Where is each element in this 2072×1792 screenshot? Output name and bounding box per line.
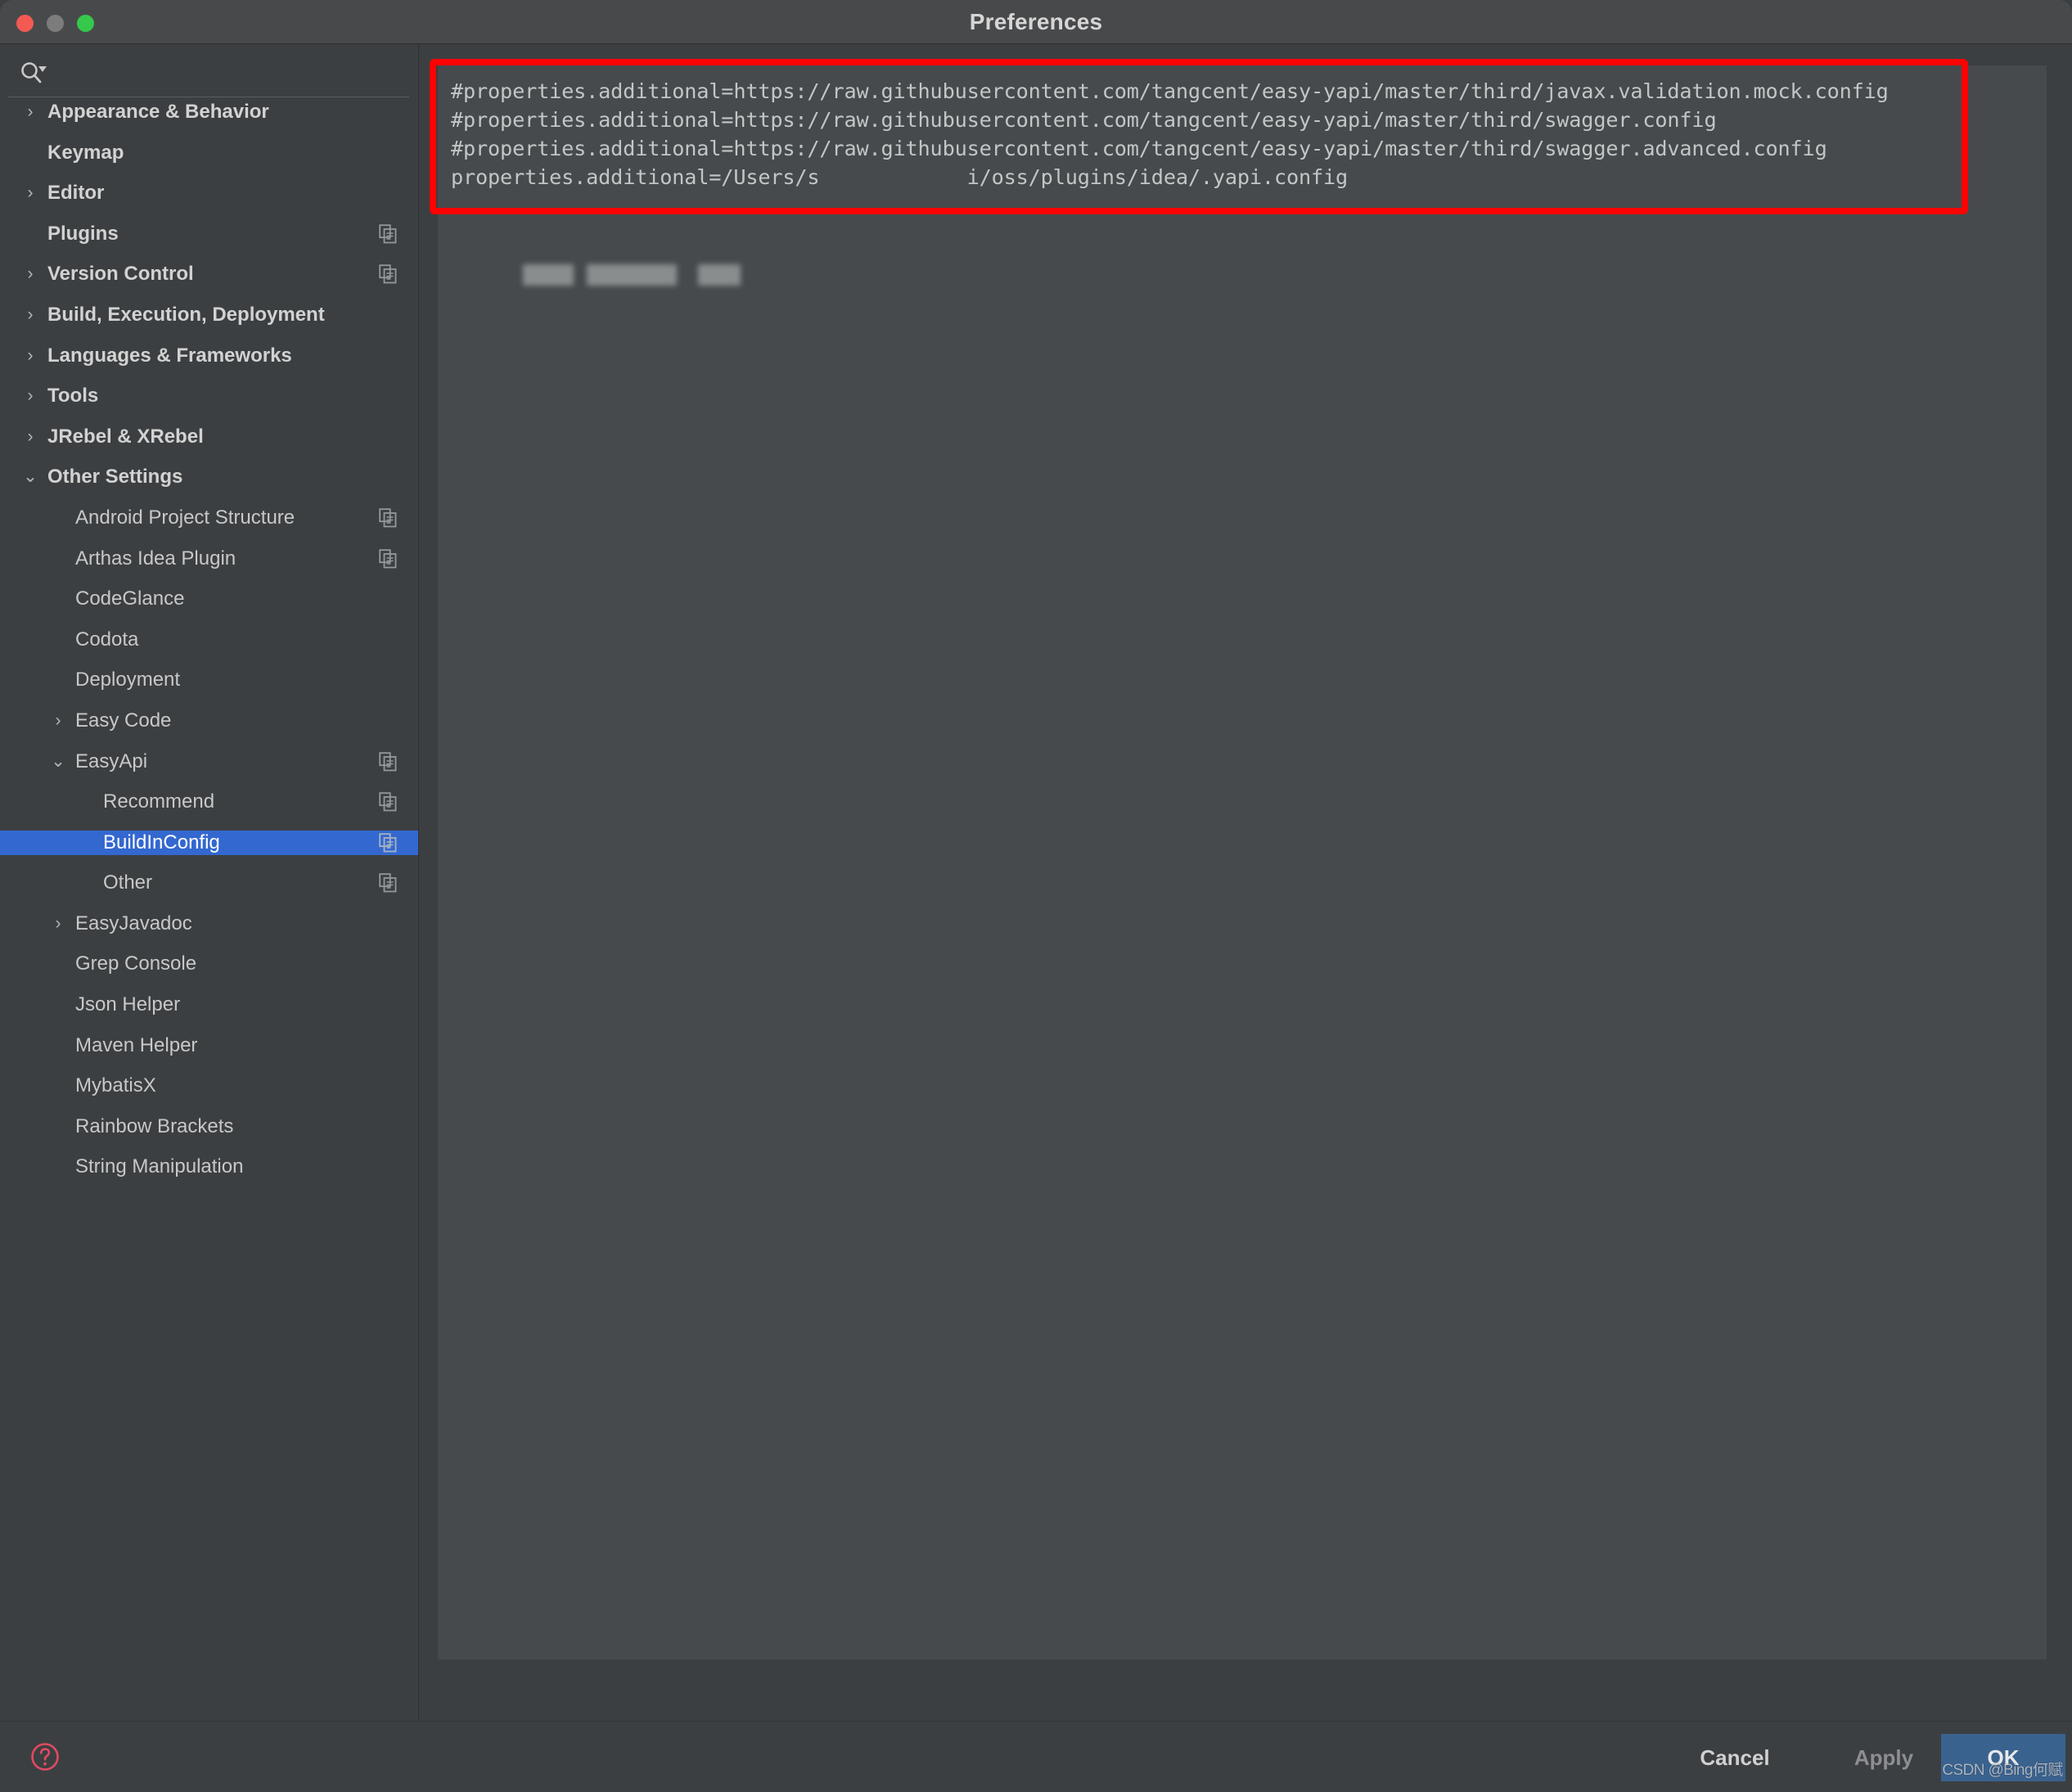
sidebar-item-label: Grep Console (75, 952, 196, 976)
chevron-right-icon[interactable]: › (21, 181, 39, 205)
sidebar-item-keymap[interactable]: Keymap (0, 141, 418, 165)
dialog-footer: Cancel Apply OK (0, 1721, 2072, 1792)
search-icon (18, 61, 51, 85)
sidebar-item-label: Appearance & Behavior (47, 100, 269, 124)
chevron-right-icon[interactable]: › (21, 303, 39, 327)
sidebar-item-version-control[interactable]: › Version Control (0, 262, 418, 286)
sidebar-item-label: BuildInConfig (103, 831, 220, 855)
sidebar-item-string-manipulation[interactable]: String Manipulation (0, 1155, 418, 1179)
sidebar-item-plugins[interactable]: Plugins (0, 222, 418, 246)
sidebar-item-label: Arthas Idea Plugin (75, 547, 236, 571)
chevron-right-icon[interactable]: › (21, 425, 39, 449)
sidebar-item-label: Build, Execution, Deployment (47, 303, 325, 327)
search-input[interactable] (57, 57, 404, 87)
sidebar-item-label: Keymap (47, 141, 124, 165)
window-title: Preferences (0, 0, 2072, 43)
settings-sidebar: › Appearance & Behavior Keymap › Editor Plugi… (0, 44, 419, 1720)
copy-icon (379, 508, 397, 528)
sidebar-item-label: EasyApi (75, 750, 147, 774)
sidebar-item-rainbow-brackets[interactable]: Rainbow Brackets (0, 1114, 418, 1139)
sidebar-item-label: Version Control (47, 262, 194, 286)
sidebar-item-label: String Manipulation (75, 1155, 243, 1179)
sidebar-item-label: EasyJavadoc (75, 912, 192, 936)
buildin-config-editor[interactable]: #properties.additional=https://raw.githu… (438, 65, 2047, 1659)
sidebar-item-label: Android Project Structure (75, 506, 295, 530)
help-circle-icon[interactable] (29, 1741, 61, 1772)
sidebar-item-label: Deployment (75, 668, 180, 692)
sidebar-item-label: Easy Code (75, 709, 171, 733)
sidebar-item-easyjavadoc[interactable]: › EasyJavadoc (0, 912, 418, 936)
settings-content-panel: Other Settings › EasyApi › BuildInConfig… (420, 44, 2072, 1720)
sidebar-item-label: Maven Helper (75, 1033, 197, 1058)
sidebar-item-grep-console[interactable]: Grep Console (0, 952, 418, 976)
sidebar-item-label: CodeGlance (75, 587, 184, 611)
chevron-right-icon[interactable]: › (21, 384, 39, 408)
sidebar-item-label: Editor (47, 181, 104, 205)
sidebar-item-other-settings[interactable]: ⌄ Other Settings (0, 465, 418, 489)
sidebar-item-json-helper[interactable]: Json Helper (0, 993, 418, 1017)
buildin-config-editor-text: #properties.additional=https://raw.githu… (451, 77, 2030, 191)
sidebar-item-label: MybatisX (75, 1074, 156, 1098)
sidebar-item-label: Other Settings (47, 465, 182, 489)
sidebar-item-buildinconfig[interactable]: BuildInConfig (0, 831, 418, 855)
chevron-right-icon[interactable]: › (49, 912, 67, 936)
sidebar-item-maven-helper[interactable]: Maven Helper (0, 1033, 418, 1058)
sidebar-item-editor[interactable]: › Editor (0, 181, 418, 205)
copy-icon (379, 752, 397, 772)
sidebar-item-deployment[interactable]: Deployment (0, 668, 418, 692)
chevron-right-icon[interactable]: › (21, 262, 39, 286)
settings-tree: › Appearance & Behavior Keymap › Editor Plugi… (0, 100, 418, 1720)
sidebar-item-label: Rainbow Brackets (75, 1114, 233, 1139)
chevron-right-icon[interactable]: › (21, 100, 39, 124)
redaction-block-3 (698, 264, 741, 286)
copy-icon (379, 873, 397, 893)
sidebar-item-easyapi[interactable]: ⌄ EasyApi (0, 750, 418, 774)
ok-button[interactable]: OK (1941, 1734, 2065, 1781)
sidebar-item-label: Tools (47, 384, 98, 408)
sidebar-item-other[interactable]: Other (0, 871, 418, 895)
sidebar-item-codota[interactable]: Codota (0, 628, 418, 652)
copy-icon (379, 792, 397, 812)
sidebar-item-mybatisx[interactable]: MybatisX (0, 1074, 418, 1098)
sidebar-item-label: Plugins (47, 222, 119, 246)
sidebar-item-arthas-idea-plugin[interactable]: Arthas Idea Plugin (0, 547, 418, 571)
preferences-window: Preferences › Appearance & Behavior Keymap… (0, 0, 2072, 1792)
copy-icon (379, 264, 397, 284)
cancel-button[interactable]: Cancel (1669, 1734, 1800, 1781)
chevron-right-icon[interactable]: › (49, 709, 67, 733)
chevron-down-icon[interactable]: ⌄ (49, 750, 67, 774)
sidebar-item-codeglance[interactable]: CodeGlance (0, 587, 418, 611)
sidebar-item-label: JRebel & XRebel (47, 425, 204, 449)
sidebar-item-appearance-behavior[interactable]: › Appearance & Behavior (0, 100, 418, 124)
sidebar-item-label: Other (103, 871, 152, 895)
apply-button[interactable]: Apply (1818, 1734, 1949, 1781)
sidebar-item-tools[interactable]: › Tools (0, 384, 418, 408)
sidebar-item-easy-code[interactable]: › Easy Code (0, 709, 418, 733)
sidebar-item-recommend[interactable]: Recommend (0, 790, 418, 814)
sidebar-item-languages-frameworks[interactable]: › Languages & Frameworks (0, 344, 418, 368)
chevron-down-icon[interactable]: ⌄ (21, 465, 39, 489)
sidebar-item-label: Json Helper (75, 993, 180, 1017)
redaction-block-1 (523, 264, 574, 286)
redaction-block-2 (587, 264, 677, 286)
copy-icon (379, 549, 397, 569)
sidebar-item-android-project-structure[interactable]: Android Project Structure (0, 506, 418, 530)
chevron-right-icon[interactable]: › (21, 344, 39, 368)
sidebar-item-label: Codota (75, 628, 138, 652)
sidebar-item-label: Recommend (103, 790, 214, 814)
sidebar-item-jrebel-xrebel[interactable]: › JRebel & XRebel (0, 425, 418, 449)
window-titlebar: Preferences (0, 0, 2072, 44)
sidebar-search-row[interactable] (0, 44, 418, 97)
copy-icon (379, 833, 397, 853)
sidebar-item-build-execution-deployment[interactable]: › Build, Execution, Deployment (0, 303, 418, 327)
sidebar-item-label: Languages & Frameworks (47, 344, 292, 368)
copy-icon (379, 224, 397, 244)
